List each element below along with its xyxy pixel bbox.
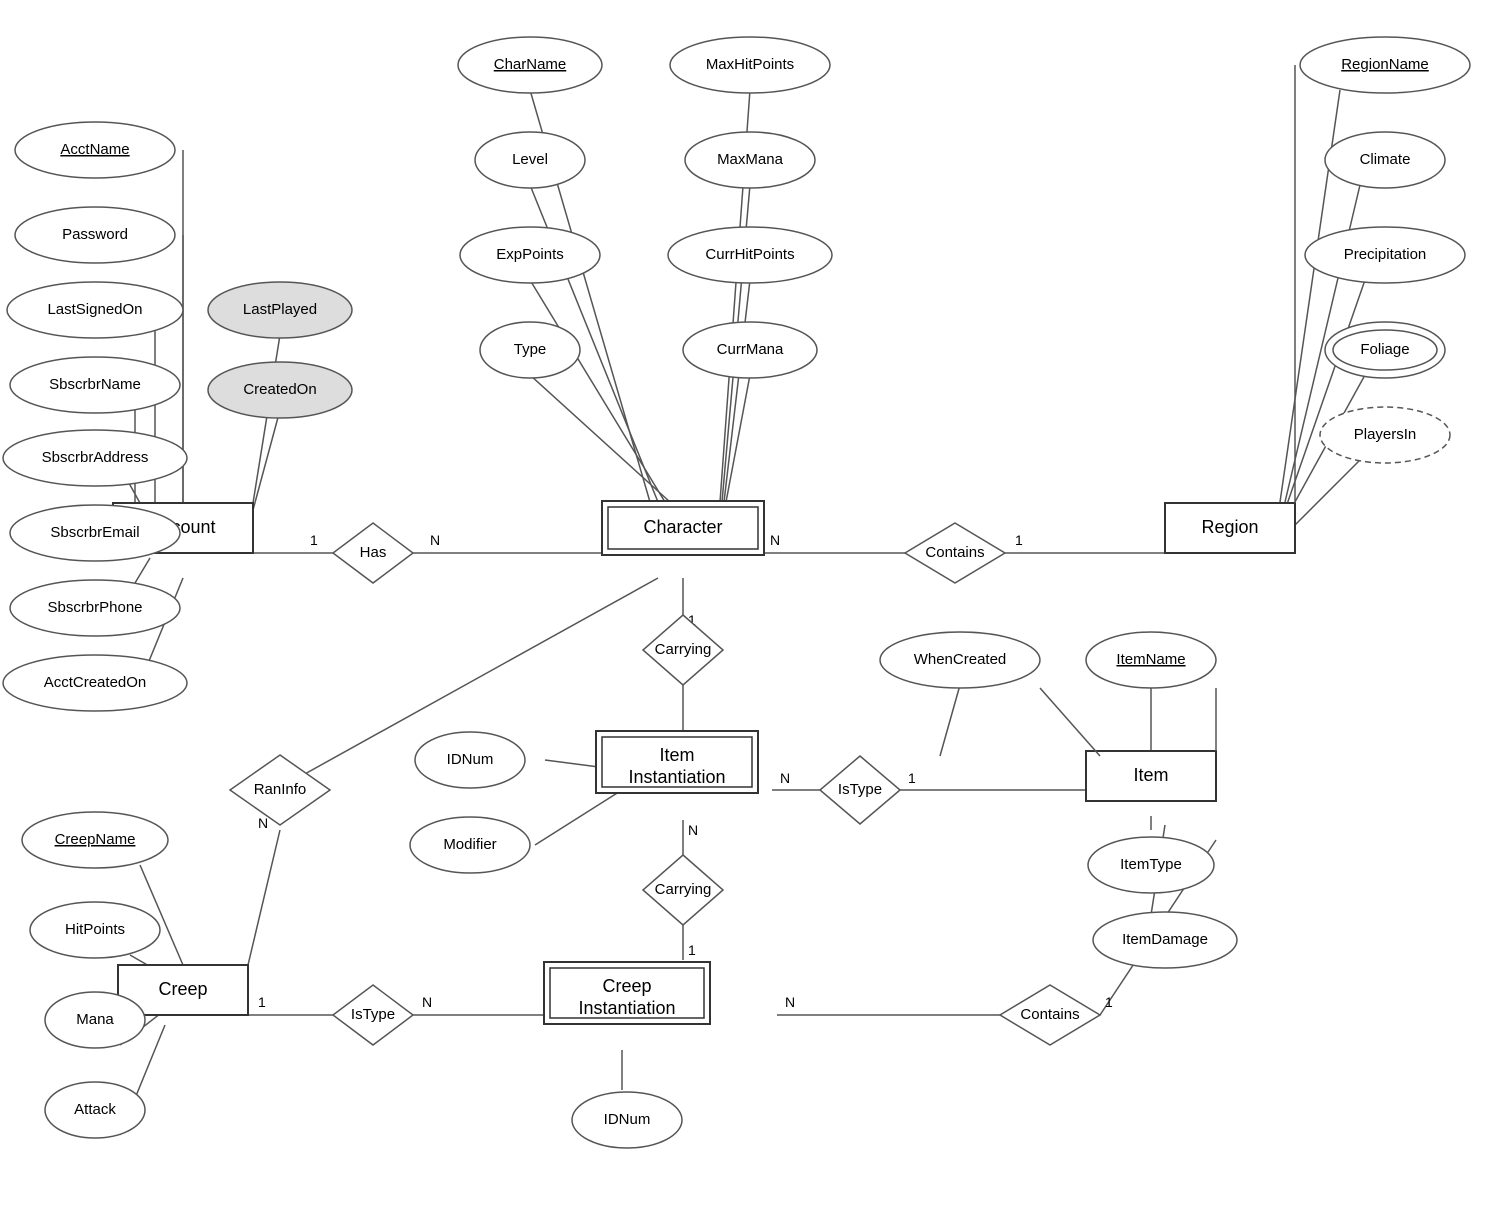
label-istype-item: IsType	[838, 781, 882, 798]
attr-itemtype-label: ItemType	[1120, 856, 1182, 873]
attr-currmana-label: CurrMana	[717, 341, 784, 358]
card-raninfo-n: N	[258, 815, 268, 831]
entity-iteminst-label2: Instantiation	[628, 767, 725, 787]
entity-creepinst-label1: Creep	[602, 976, 651, 996]
attr-foliage-label: Foliage	[1360, 341, 1409, 358]
attr-modifier-label: Modifier	[443, 836, 496, 853]
card-account-has-1: 1	[310, 532, 318, 548]
line-item-whencreated-connect	[1040, 688, 1100, 756]
attr-sbscrbrphone-label: SbscrbrPhone	[47, 599, 142, 616]
card-has-char-n: N	[430, 532, 440, 548]
attr-playersin-label: PlayersIn	[1354, 426, 1417, 443]
attr-charname-label: CharName	[494, 56, 567, 73]
attr-creepname-label: CreepName	[55, 831, 136, 848]
attr-precipitation-label: Precipitation	[1344, 246, 1427, 263]
attr-sbscrbremails-label: SbscrbrEmail	[50, 524, 139, 541]
line-modifier	[535, 790, 622, 845]
attr-whencreated-label: WhenCreated	[914, 651, 1007, 668]
entity-item-label: Item	[1133, 765, 1168, 785]
attr-exppoints-label: ExpPoints	[496, 246, 564, 263]
attr-itemdamage-label: ItemDamage	[1122, 931, 1208, 948]
label-carrying-bot: Carrying	[655, 881, 712, 898]
label-contains-top: Contains	[925, 544, 984, 561]
line-raninfo-creep	[248, 830, 280, 965]
card-contains-region-1: 1	[1015, 532, 1023, 548]
attr-acctcreatedon-label: AcctCreatedOn	[44, 674, 147, 691]
entity-character-label: Character	[643, 517, 722, 537]
entity-region-label: Region	[1201, 517, 1258, 537]
attr-itemname-label: ItemName	[1116, 651, 1185, 668]
attr-password-label: Password	[62, 226, 128, 243]
card-istype-creepinst-n: N	[422, 994, 432, 1010]
attr-currhitpoints-label: CurrHitPoints	[705, 246, 794, 263]
attr-type-label: Type	[514, 341, 547, 358]
card-iteminst-carrying2-n: N	[688, 822, 698, 838]
line-lastplayed	[253, 335, 280, 503]
line-playersin	[1285, 455, 1365, 535]
line-whencreated	[940, 685, 960, 756]
line-precipitation	[1285, 280, 1365, 510]
card-iteminst-istype-n: N	[780, 770, 790, 786]
entity-creepinst-label2: Instantiation	[578, 998, 675, 1018]
attr-mana-label: Mana	[76, 1011, 114, 1028]
attr-regionname-label: RegionName	[1341, 56, 1429, 73]
er-diagram: 1 N N 1 1 N N 1 N 1 M N 1 N N 1 Has Cont…	[0, 0, 1500, 1228]
line-createdon	[253, 410, 280, 510]
attr-lastsignedon-label: LastSignedOn	[47, 301, 142, 318]
label-carrying-top: Carrying	[655, 641, 712, 658]
line-currmana	[726, 375, 750, 502]
attr-acctname-label: AcctName	[60, 141, 129, 158]
card-creep-istype-1: 1	[258, 994, 266, 1010]
attr-sbscrbraddress-label: SbscrbrAddress	[42, 449, 149, 466]
card-carrying2-creepinst-1: 1	[688, 942, 696, 958]
attr-createdon-label: CreatedOn	[243, 381, 316, 398]
label-contains-bot: Contains	[1020, 1006, 1079, 1023]
label-has: Has	[360, 544, 387, 561]
card-contains-item-1: 1	[1105, 994, 1113, 1010]
attr-maxhitpoints-label: MaxHitPoints	[706, 56, 794, 73]
label-raninfo: RanInfo	[254, 781, 307, 798]
card-istype-item-1: 1	[908, 770, 916, 786]
attr-maxmana-label: MaxMana	[717, 151, 784, 168]
attr-level-label: Level	[512, 151, 548, 168]
attr-idnum-creep-label: IDNum	[604, 1111, 651, 1128]
attr-attack-label: Attack	[74, 1101, 116, 1118]
card-char-contains-n: N	[770, 532, 780, 548]
line-exppoints	[530, 280, 665, 502]
attr-idnum-item-label: IDNum	[447, 751, 494, 768]
attr-hitpoints-label: HitPoints	[65, 921, 125, 938]
entity-iteminst-label1: Item	[659, 745, 694, 765]
card-creepinst-contains-n: N	[785, 994, 795, 1010]
attr-sbscrbrname-label: SbscrbrName	[49, 376, 141, 393]
entity-creep-label: Creep	[158, 979, 207, 999]
attr-climate-label: Climate	[1360, 151, 1411, 168]
attr-lastplayed-label: LastPlayed	[243, 301, 317, 318]
label-istype-creep: IsType	[351, 1006, 395, 1023]
